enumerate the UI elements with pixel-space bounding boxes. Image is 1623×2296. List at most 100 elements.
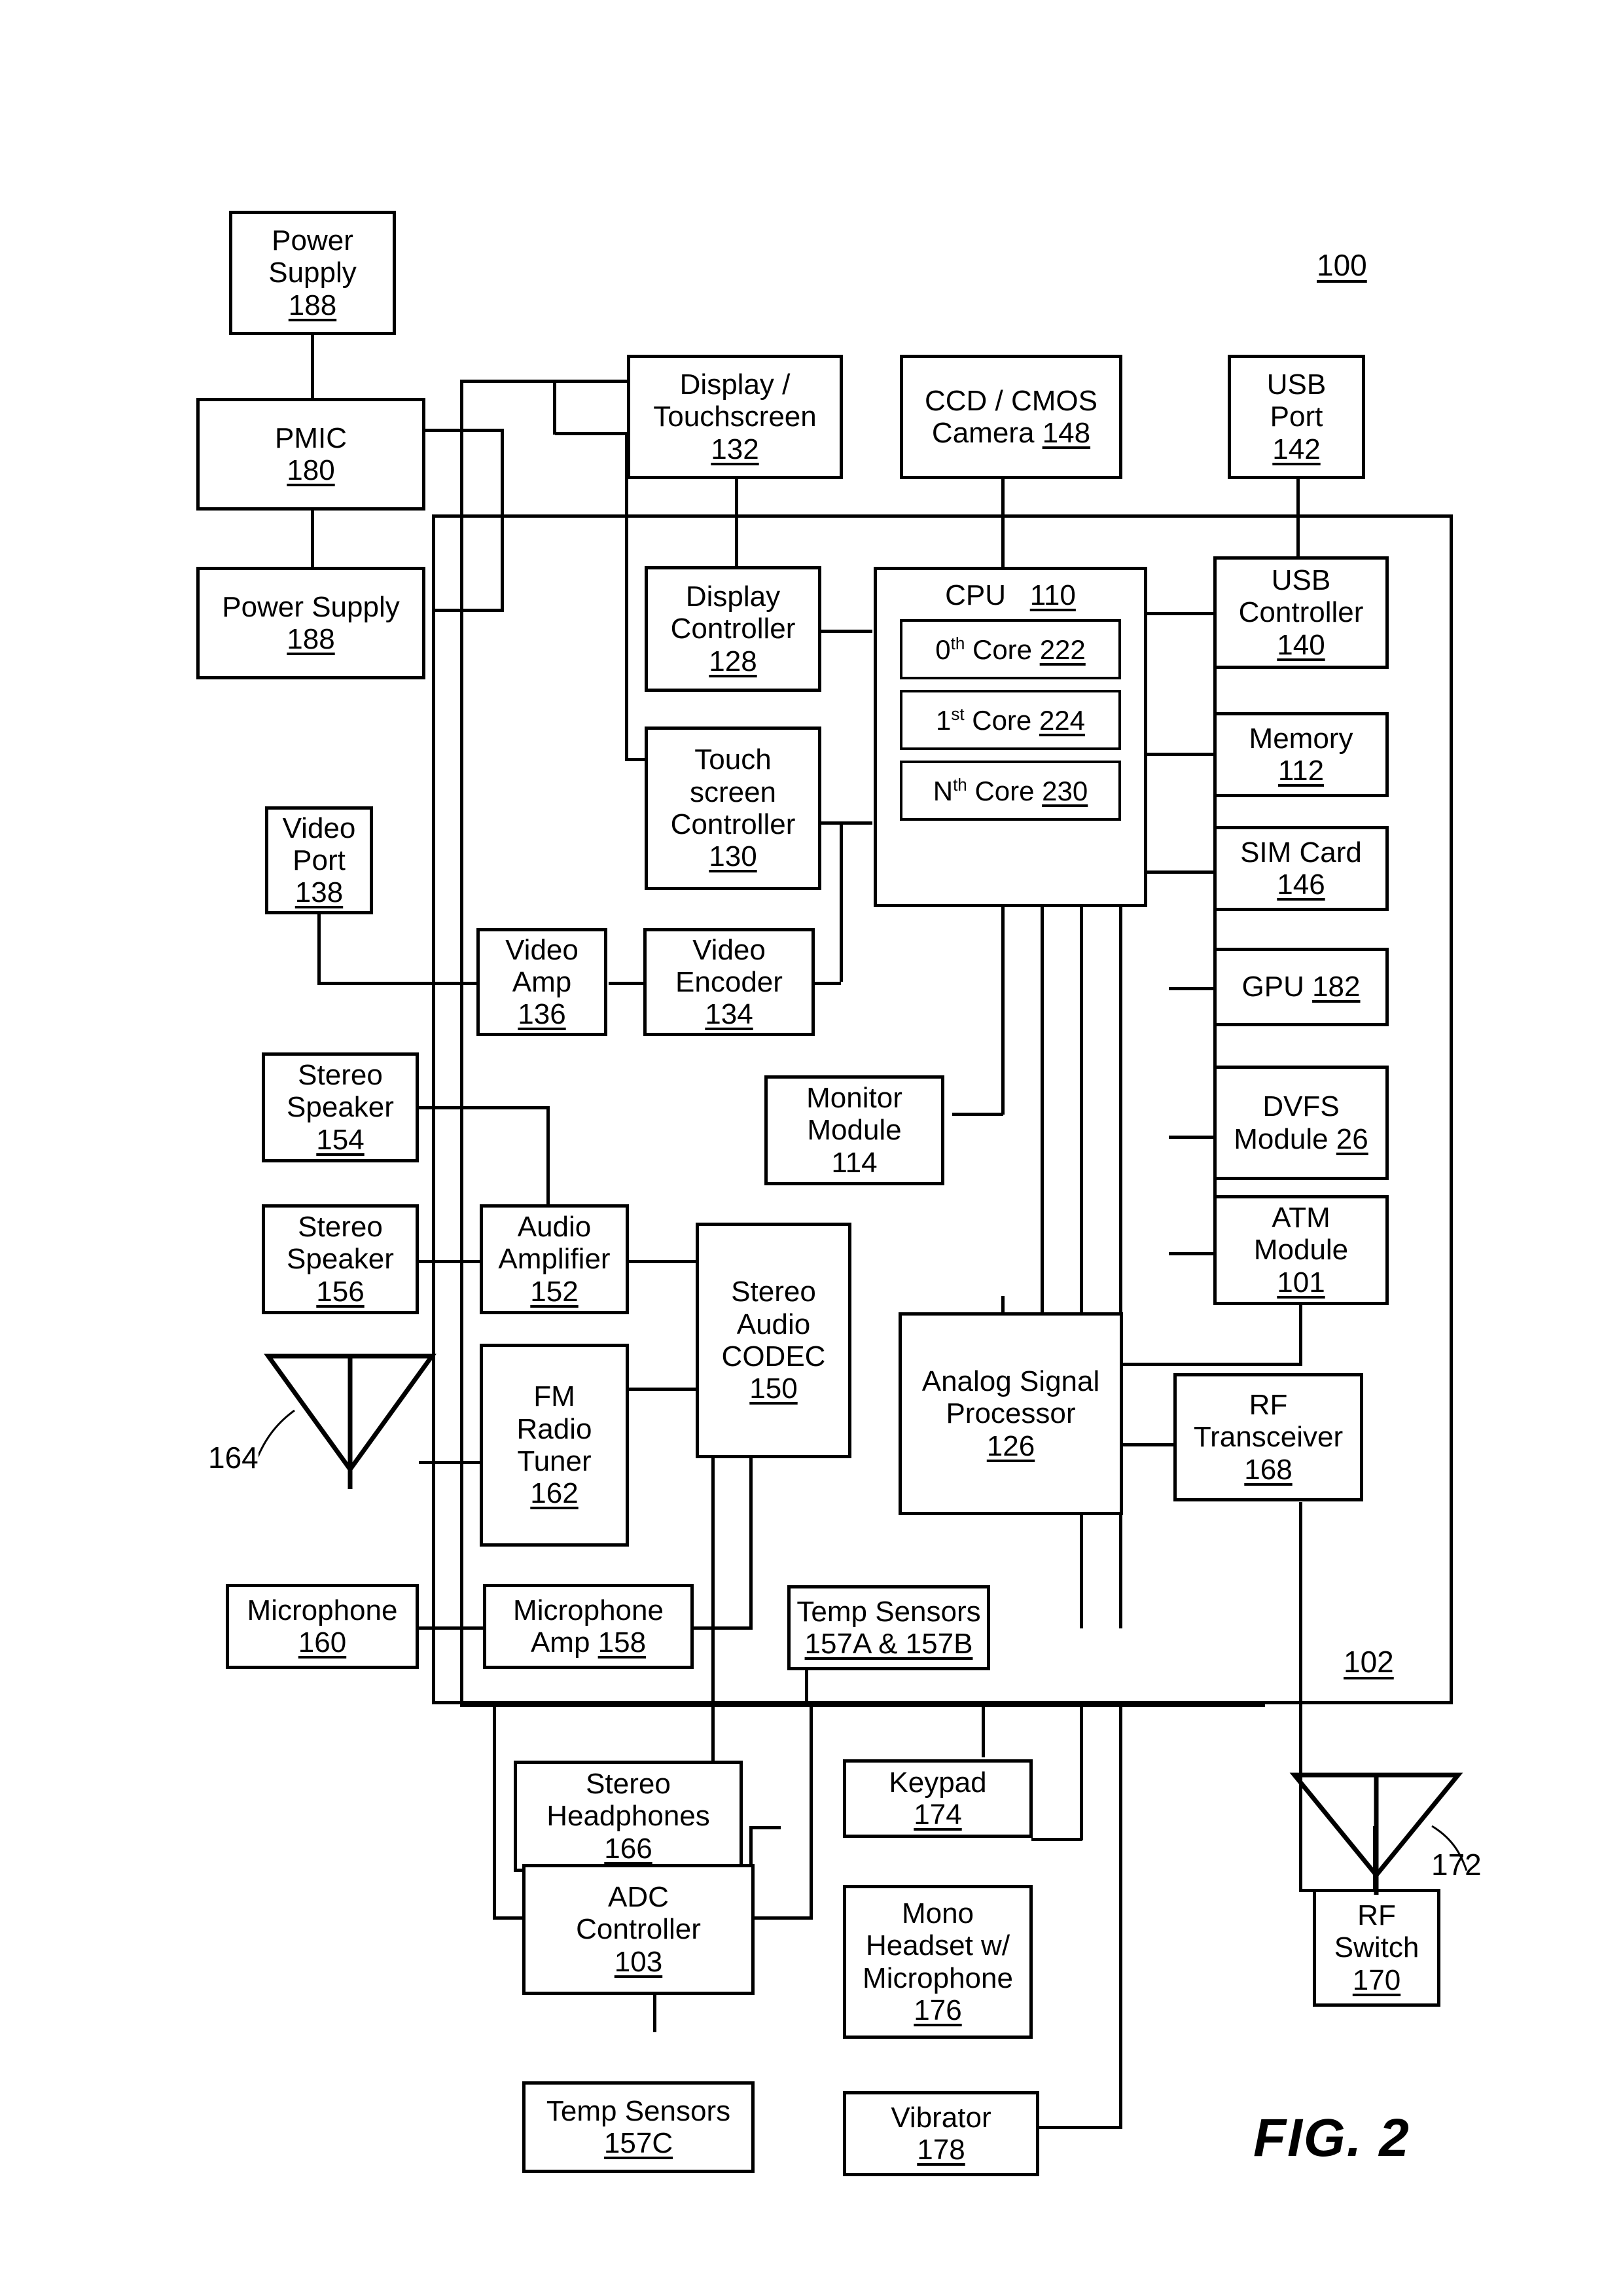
- label-line1: USB: [1271, 564, 1331, 597]
- block-video-amp-136[interactable]: Video Amp 136: [476, 928, 607, 1036]
- gpu-text: GPU 182: [1242, 971, 1361, 1003]
- block-keypad-174[interactable]: Keypad 174: [843, 1759, 1033, 1838]
- core1-prefix: 1: [935, 704, 952, 736]
- block-atm-module-101[interactable]: ATM Module 101: [1213, 1195, 1389, 1305]
- ref-numeral-164: 164: [208, 1441, 259, 1475]
- block-rf-switch-170[interactable]: RF Switch 170: [1313, 1889, 1440, 2007]
- block-cpu-110[interactable]: CPU 110 0th Core 222 1st Core 224 Nth Co…: [874, 567, 1147, 907]
- wire-keypad-v: [982, 1704, 985, 1757]
- ref-num: 112: [1277, 755, 1325, 787]
- label-line1: Temp Sensors: [546, 2094, 731, 2127]
- block-touchscreen-controller-130[interactable]: Touch screen Controller 130: [645, 726, 821, 890]
- label-line1: Video: [692, 933, 766, 966]
- block-gpu-182[interactable]: GPU 182: [1213, 948, 1389, 1026]
- block-mono-headset-microphone-176[interactable]: Mono Headset w/ Microphone 176: [843, 1885, 1033, 2039]
- label-line2: Amp 158: [531, 1626, 646, 1659]
- label-line2: Port: [1270, 401, 1323, 433]
- ref-num: 182: [1312, 971, 1361, 1003]
- ref-num: 188: [287, 623, 335, 655]
- block-display-controller-128[interactable]: Display Controller 128: [645, 566, 821, 692]
- block-analog-signal-processor-126[interactable]: Analog Signal Processor 126: [899, 1312, 1123, 1515]
- label-line1: ADC: [608, 1881, 669, 1914]
- wire-memory-stub: [1169, 753, 1215, 756]
- block-audio-amplifier-152[interactable]: Audio Amplifier 152: [480, 1204, 629, 1314]
- label-line1: DVFS: [1262, 1090, 1340, 1123]
- block-monitor-module-114[interactable]: Monitor Module 114: [764, 1075, 944, 1185]
- label-line1: PMIC: [275, 422, 347, 454]
- block-stereo-speaker-156[interactable]: Stereo Speaker 156: [262, 1204, 419, 1314]
- label-line2: Processor: [946, 1397, 1076, 1430]
- ref-num: 174: [914, 1799, 962, 1831]
- block-temp-sensors-157ab[interactable]: Temp Sensors 157A & 157B: [787, 1585, 990, 1670]
- ref-num: 140: [1277, 628, 1325, 661]
- core0-sup: th: [950, 633, 965, 653]
- block-stereo-speaker-154[interactable]: Stereo Speaker 154: [262, 1052, 419, 1162]
- block-stereo-audio-codec-150[interactable]: Stereo Audio CODEC 150: [696, 1223, 851, 1458]
- block-pmic-180[interactable]: PMIC 180: [196, 398, 425, 511]
- micamp-line2-text: Amp: [530, 1626, 598, 1659]
- wire-audioamp-codec: [628, 1260, 697, 1263]
- ref-num: 170: [1352, 1964, 1401, 1996]
- dvfs-line2-text: Module: [1234, 1122, 1336, 1155]
- block-temp-sensors-157c[interactable]: Temp Sensors 157C: [522, 2081, 755, 2173]
- ref-num: 166: [604, 1832, 652, 1865]
- label-line2: Encoder: [675, 965, 783, 998]
- ref-num: 148: [1042, 417, 1091, 449]
- block-vibrator-178[interactable]: Vibrator 178: [843, 2091, 1039, 2176]
- label-line1: ATM: [1272, 1202, 1330, 1234]
- core1-mid: Core: [964, 704, 1039, 736]
- wire-asp-rf: [1122, 1443, 1175, 1446]
- wire-videoencoder-right: [815, 982, 841, 985]
- label-line1: Display /: [679, 368, 791, 401]
- block-display-touchscreen-132[interactable]: Display / Touchscreen 132: [627, 355, 843, 479]
- ref-num: 162: [530, 1477, 579, 1510]
- block-dvfs-module-26[interactable]: DVFS Module 26: [1213, 1066, 1389, 1180]
- figure-caption: FIG. 2: [1253, 2108, 1410, 2168]
- block-usb-controller-140[interactable]: USB Controller 140: [1213, 556, 1389, 669]
- block-microphone-160[interactable]: Microphone 160: [226, 1584, 419, 1669]
- label-line2: Transceiver: [1193, 1421, 1344, 1454]
- block-stereo-headphones-166[interactable]: Stereo Headphones 166: [514, 1761, 743, 1872]
- ref-num: 178: [917, 2134, 965, 2166]
- wire-cpu-pin4: [1119, 902, 1122, 1628]
- label-line1: Power: [272, 224, 353, 257]
- label-line2: Speaker: [287, 1091, 394, 1124]
- block-video-encoder-134[interactable]: Video Encoder 134: [643, 928, 815, 1036]
- core1-sup: st: [951, 704, 965, 724]
- wire-mono-h: [1031, 1838, 1082, 1841]
- wire-display132-to-dc128: [735, 478, 738, 566]
- ref-num: 128: [709, 645, 757, 677]
- block-rf-transceiver-168[interactable]: RF Transceiver 168: [1173, 1373, 1363, 1501]
- wire-videoamp-encoder: [609, 982, 645, 985]
- label-line1: Microphone: [247, 1594, 398, 1626]
- block-power-supply-188-left[interactable]: Power Supply 188: [196, 567, 425, 679]
- label-line2: Controller: [576, 1913, 701, 1946]
- block-usb-port-142[interactable]: USB Port 142: [1228, 355, 1365, 479]
- label-line1: Audio: [517, 1211, 592, 1244]
- label-line2: Supply: [268, 257, 357, 289]
- block-microphone-amp-158[interactable]: Microphone Amp 158: [483, 1584, 694, 1669]
- block-ccd-cmos-camera-148[interactable]: CCD / CMOS Camera 148: [900, 355, 1122, 479]
- block-sim-card-146[interactable]: SIM Card 146: [1213, 826, 1389, 911]
- antenna-164-icon: [259, 1354, 437, 1489]
- label-line1: Display: [685, 581, 781, 613]
- block-core-0-222[interactable]: 0th Core 222: [900, 619, 1121, 680]
- block-memory-112[interactable]: Memory 112: [1213, 712, 1389, 797]
- ref-num: 230: [1042, 775, 1088, 806]
- label-line1: Video: [282, 812, 356, 844]
- block-adc-controller-103[interactable]: ADC Controller 103: [522, 1864, 755, 1995]
- label-line2: Module: [807, 1114, 902, 1147]
- label-line3: Tuner: [517, 1445, 592, 1477]
- wire-usbctrl-stub: [1169, 612, 1215, 615]
- block-video-port-138[interactable]: Video Port 138: [265, 806, 373, 914]
- wire-pmic-right: [425, 429, 504, 432]
- block-fm-radio-tuner-162[interactable]: FM Radio Tuner 162: [480, 1344, 629, 1547]
- label-line1: Analog Signal: [921, 1365, 1100, 1398]
- block-core-1-224[interactable]: 1st Core 224: [900, 690, 1121, 751]
- wire-adc-right-h: [754, 1916, 813, 1920]
- ref-num: 114: [831, 1146, 878, 1179]
- block-core-n-230[interactable]: Nth Core 230: [900, 761, 1121, 821]
- label-line1: Power Supply: [222, 590, 400, 623]
- block-power-supply-188-top[interactable]: Power Supply 188: [229, 211, 396, 335]
- label-line2: Switch: [1334, 1931, 1419, 1964]
